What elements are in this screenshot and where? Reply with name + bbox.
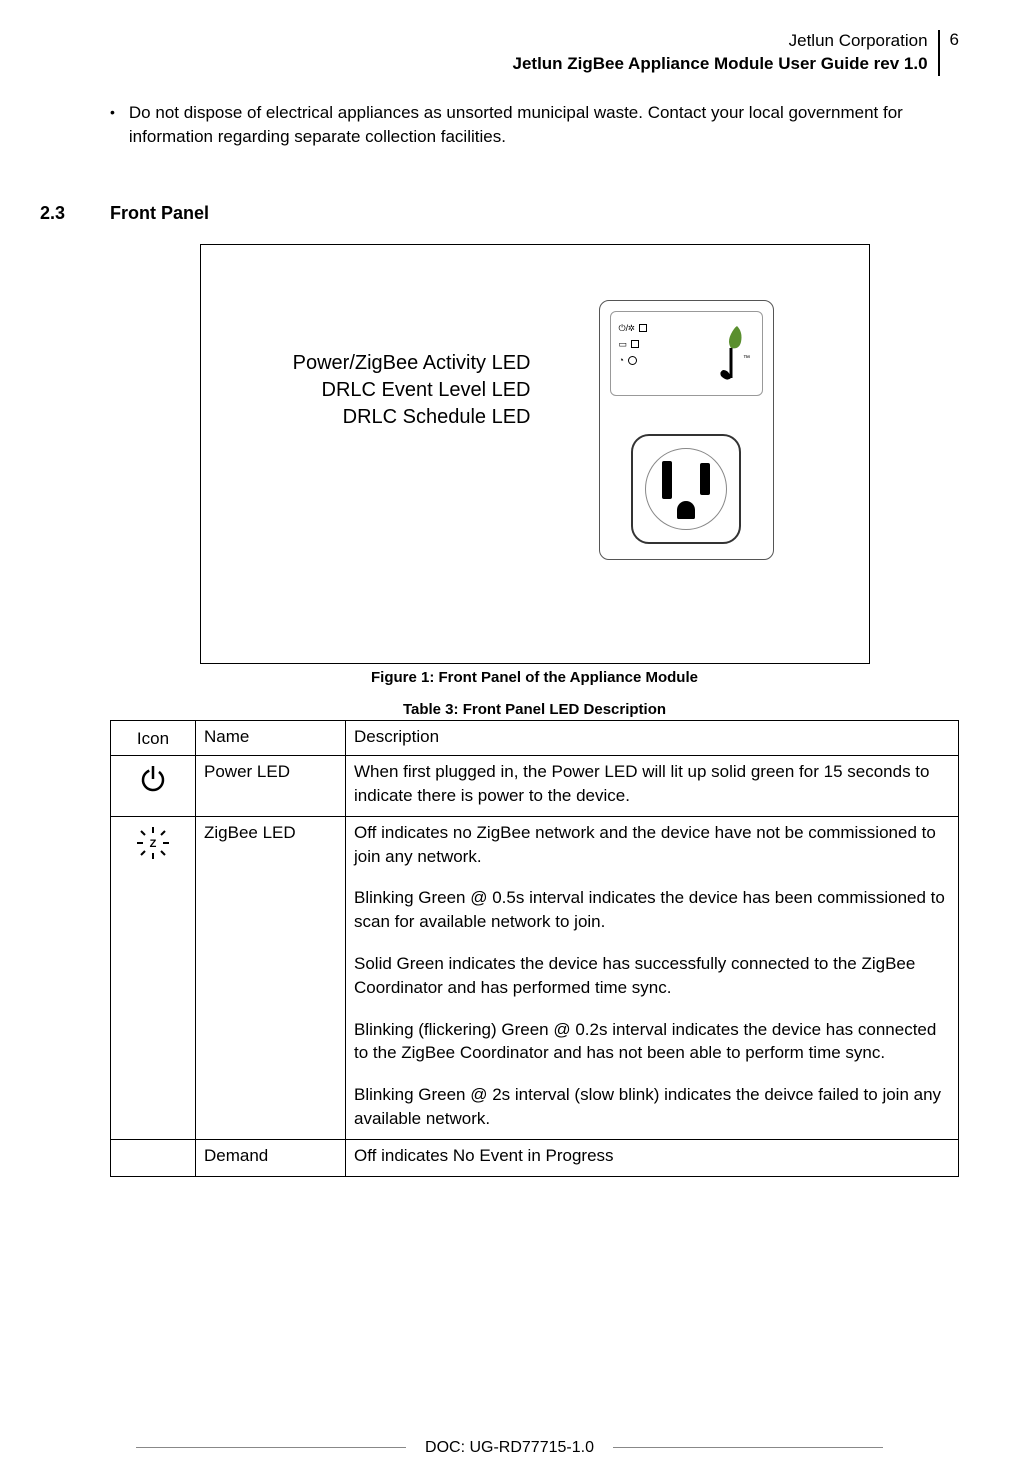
page-footer: DOC: UG-RD77715-1.0 <box>0 1439 1019 1457</box>
section-title: Front Panel <box>110 203 209 224</box>
th-desc: Description <box>346 721 959 756</box>
header-company: Jetlun Corporation <box>513 30 928 53</box>
section-number: 2.3 <box>40 203 110 224</box>
page-header: Jetlun Corporation Jetlun ZigBee Applian… <box>30 30 959 76</box>
figure-label-2: DRLC Event Level LED <box>231 377 531 404</box>
figure-labels: Power/ZigBee Activity LED DRLC Event Lev… <box>231 350 531 431</box>
row-name: Demand <box>196 1139 346 1176</box>
th-name: Name <box>196 721 346 756</box>
header-title: Jetlun ZigBee Appliance Module User Guid… <box>513 53 928 76</box>
figure-label-3: DRLC Schedule LED <box>231 404 531 431</box>
figure-label-1: Power/ZigBee Activity LED <box>231 350 531 377</box>
footer-doc: DOC: UG-RD77715-1.0 <box>425 1439 594 1456</box>
bullet-text: Do not dispose of electrical appliances … <box>129 101 959 149</box>
row-desc: Off indicates no ZigBee network and the … <box>346 816 959 1139</box>
power-icon <box>111 756 196 817</box>
row-desc: Off indicates No Event in Progress <box>346 1139 959 1176</box>
bullet-icon: • <box>110 101 115 149</box>
table-row: Demand Off indicates No Event in Progres… <box>111 1139 959 1176</box>
page-number: 6 <box>940 30 959 76</box>
device-top-panel: ⏻/✲ ▭ ◔ ™ <box>610 311 763 396</box>
figure-frame: Power/ZigBee Activity LED DRLC Event Lev… <box>200 244 870 664</box>
table-row: Z ZigBee LED Off indicates no ZigBee net… <box>111 816 959 1139</box>
row-name: ZigBee LED <box>196 816 346 1139</box>
table-caption: Table 3: Front Panel LED Description <box>110 701 959 718</box>
table-header-row: Icon Name Description <box>111 721 959 756</box>
zigbee-icon: Z <box>111 816 196 1139</box>
led-icon-column: ⏻/✲ ▭ ◔ <box>619 320 647 368</box>
device-illustration: ⏻/✲ ▭ ◔ ™ <box>599 300 774 560</box>
svg-text:™: ™ <box>743 355 750 362</box>
row-desc: When first plugged in, the Power LED wil… <box>346 756 959 817</box>
outlet-illustration <box>631 434 741 544</box>
section-heading: 2.3 Front Panel <box>40 203 959 224</box>
demand-icon <box>111 1139 196 1176</box>
figure-caption: Figure 1: Front Panel of the Appliance M… <box>110 669 959 686</box>
table-row: Power LED When first plugged in, the Pow… <box>111 756 959 817</box>
led-table: Icon Name Description Power LED When fir… <box>110 720 959 1176</box>
bullet-item: • Do not dispose of electrical appliance… <box>110 101 959 149</box>
svg-text:Z: Z <box>150 838 157 850</box>
th-icon: Icon <box>111 721 196 756</box>
header-text-block: Jetlun Corporation Jetlun ZigBee Applian… <box>513 30 940 76</box>
jetlun-logo: ™ <box>707 322 752 387</box>
row-name: Power LED <box>196 756 346 817</box>
